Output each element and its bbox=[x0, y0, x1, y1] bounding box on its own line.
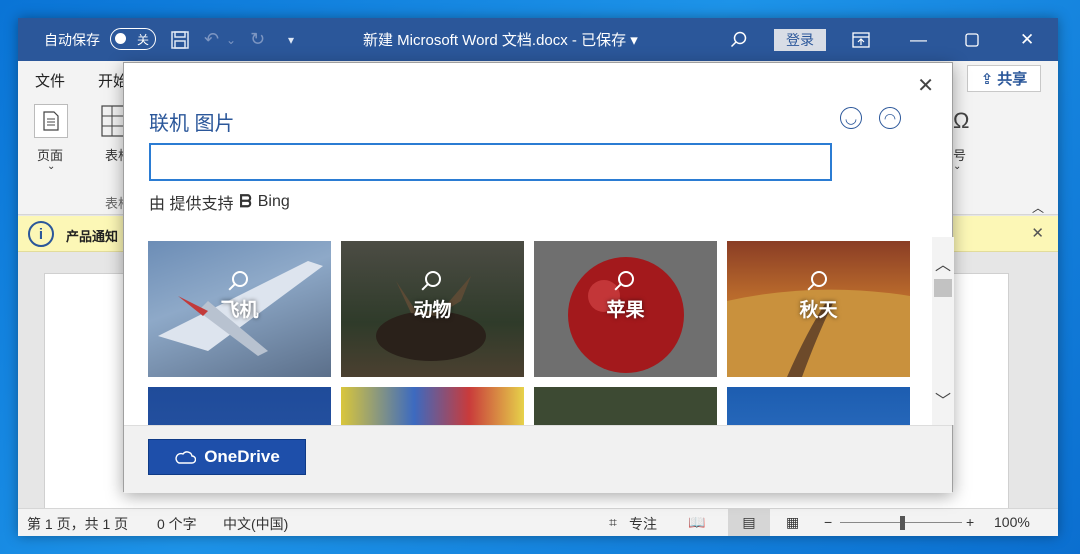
scroll-up-icon[interactable]: ︿ bbox=[935, 251, 951, 275]
redo-icon[interactable]: ↻ bbox=[250, 18, 265, 61]
print-layout-icon[interactable]: ▤ bbox=[728, 509, 770, 536]
status-bar: 第 1 页，共 1 页 0 个字 中文(中国) ⌗ 专注 📖 ▤ ▦ − + 1… bbox=[18, 508, 1058, 536]
smile-feedback-icon[interactable]: ◡ bbox=[840, 107, 862, 129]
collapse-ribbon-icon[interactable]: ︿ bbox=[1032, 199, 1044, 216]
close-notice-icon[interactable]: ✕ bbox=[1031, 224, 1044, 242]
category-tile-row2-2[interactable] bbox=[341, 387, 524, 425]
scroll-thumb[interactable] bbox=[934, 279, 952, 297]
category-label-airplane: 飞机 bbox=[220, 300, 259, 321]
onedrive-button[interactable]: OneDrive bbox=[148, 439, 306, 475]
menu-file[interactable]: 文件 bbox=[35, 70, 65, 91]
undo-dropdown-icon[interactable]: ⌄ bbox=[226, 18, 236, 61]
scroll-down-icon[interactable]: ﹀ bbox=[935, 387, 951, 411]
autosave-toggle[interactable]: 关 bbox=[110, 28, 156, 50]
online-pictures-dialog: ✕ 联机 图片 ◡ ◠ 由 提供支持 ᗷ Bing 飞机 动物 苹果 秋天 ︿ … bbox=[123, 62, 954, 493]
web-layout-icon[interactable]: ▦ bbox=[786, 514, 799, 531]
share-label: 共享 bbox=[997, 71, 1028, 88]
undo-icon[interactable]: ↶ bbox=[204, 18, 219, 61]
autosave-label: 自动保存 bbox=[44, 31, 100, 48]
category-tile-autumn[interactable]: 秋天 bbox=[727, 241, 910, 377]
language-indicator[interactable]: 中文(中国) bbox=[223, 514, 288, 534]
share-button[interactable]: ⇪ 共享 bbox=[967, 65, 1041, 92]
read-mode-icon[interactable]: 📖 bbox=[688, 514, 705, 531]
close-window-icon[interactable]: ✕ bbox=[1020, 18, 1034, 61]
category-tile-row2-3[interactable] bbox=[534, 387, 717, 425]
search-airplane-icon bbox=[231, 271, 248, 287]
category-tile-row2-4[interactable] bbox=[727, 387, 910, 425]
bing-logo-icon: ᗷ bbox=[239, 192, 252, 211]
close-dialog-icon[interactable]: ✕ bbox=[917, 73, 934, 98]
symbol-icon[interactable]: Ω bbox=[953, 108, 971, 134]
search-animal-icon bbox=[424, 271, 441, 287]
page-count[interactable]: 第 1 页，共 1 页 bbox=[27, 514, 128, 534]
category-tile-row2-1[interactable] bbox=[148, 387, 331, 425]
powered-by: 由 提供支持 ᗷ Bing bbox=[149, 190, 290, 214]
toggle-knob bbox=[115, 33, 126, 44]
onedrive-label: OneDrive bbox=[204, 447, 280, 466]
frown-feedback-icon[interactable]: ◠ bbox=[879, 107, 901, 129]
login-button[interactable]: 登录 bbox=[774, 29, 826, 51]
category-tile-apple[interactable]: 苹果 bbox=[534, 241, 717, 377]
cloud-icon bbox=[175, 451, 197, 464]
search-apple-icon bbox=[617, 271, 634, 287]
dialog-footer: OneDrive bbox=[124, 425, 952, 493]
page-dropdown-icon[interactable]: ⌄ bbox=[47, 161, 55, 172]
bing-label: Bing bbox=[257, 193, 290, 210]
document-title[interactable]: 新建 Microsoft Word 文档.docx - 已保存 ▾ bbox=[363, 18, 638, 61]
category-label-apple: 苹果 bbox=[606, 300, 645, 321]
image-category-grid: 飞机 动物 苹果 秋天 bbox=[148, 241, 913, 425]
notice-text: 产品通知 bbox=[66, 229, 119, 244]
powered-by-label: 由 提供支持 bbox=[149, 196, 234, 213]
customize-toolbar-icon[interactable]: ▾ bbox=[288, 18, 294, 61]
search-input[interactable] bbox=[149, 143, 832, 181]
symbol-dropdown-icon[interactable]: ⌄ bbox=[953, 161, 961, 172]
search-autumn-icon bbox=[810, 271, 827, 287]
title-bar: 自动保存 关 ↶ ⌄ ↻ ▾ 新建 Microsoft Word 文档.docx… bbox=[18, 18, 1058, 61]
zoom-level[interactable]: 100% bbox=[994, 514, 1030, 530]
maximize-icon[interactable] bbox=[965, 18, 979, 61]
search-icon[interactable] bbox=[730, 18, 748, 61]
focus-label[interactable]: 专注 bbox=[629, 514, 657, 534]
zoom-slider-thumb[interactable] bbox=[900, 516, 905, 530]
focus-icon[interactable]: ⌗ bbox=[609, 514, 617, 531]
autosave-toggle-state: 关 bbox=[136, 32, 149, 47]
zoom-out-icon[interactable]: − bbox=[824, 514, 832, 530]
dialog-title: 联机 图片 bbox=[149, 113, 235, 135]
ribbon-display-options-icon[interactable] bbox=[852, 18, 870, 61]
minimize-icon[interactable]: — bbox=[910, 18, 927, 61]
grid-scrollbar[interactable]: ︿ ﹀ bbox=[932, 237, 954, 425]
save-icon[interactable] bbox=[170, 18, 190, 61]
zoom-in-icon[interactable]: + bbox=[966, 514, 974, 530]
category-tile-animal[interactable]: 动物 bbox=[341, 241, 524, 377]
info-icon: i bbox=[28, 221, 54, 247]
category-tile-airplane[interactable]: 飞机 bbox=[148, 241, 331, 377]
word-count[interactable]: 0 个字 bbox=[157, 514, 197, 534]
category-label-autumn: 秋天 bbox=[799, 300, 838, 321]
page-icon[interactable] bbox=[34, 104, 68, 138]
share-icon: ⇪ bbox=[980, 70, 994, 88]
category-label-animal: 动物 bbox=[413, 300, 452, 321]
